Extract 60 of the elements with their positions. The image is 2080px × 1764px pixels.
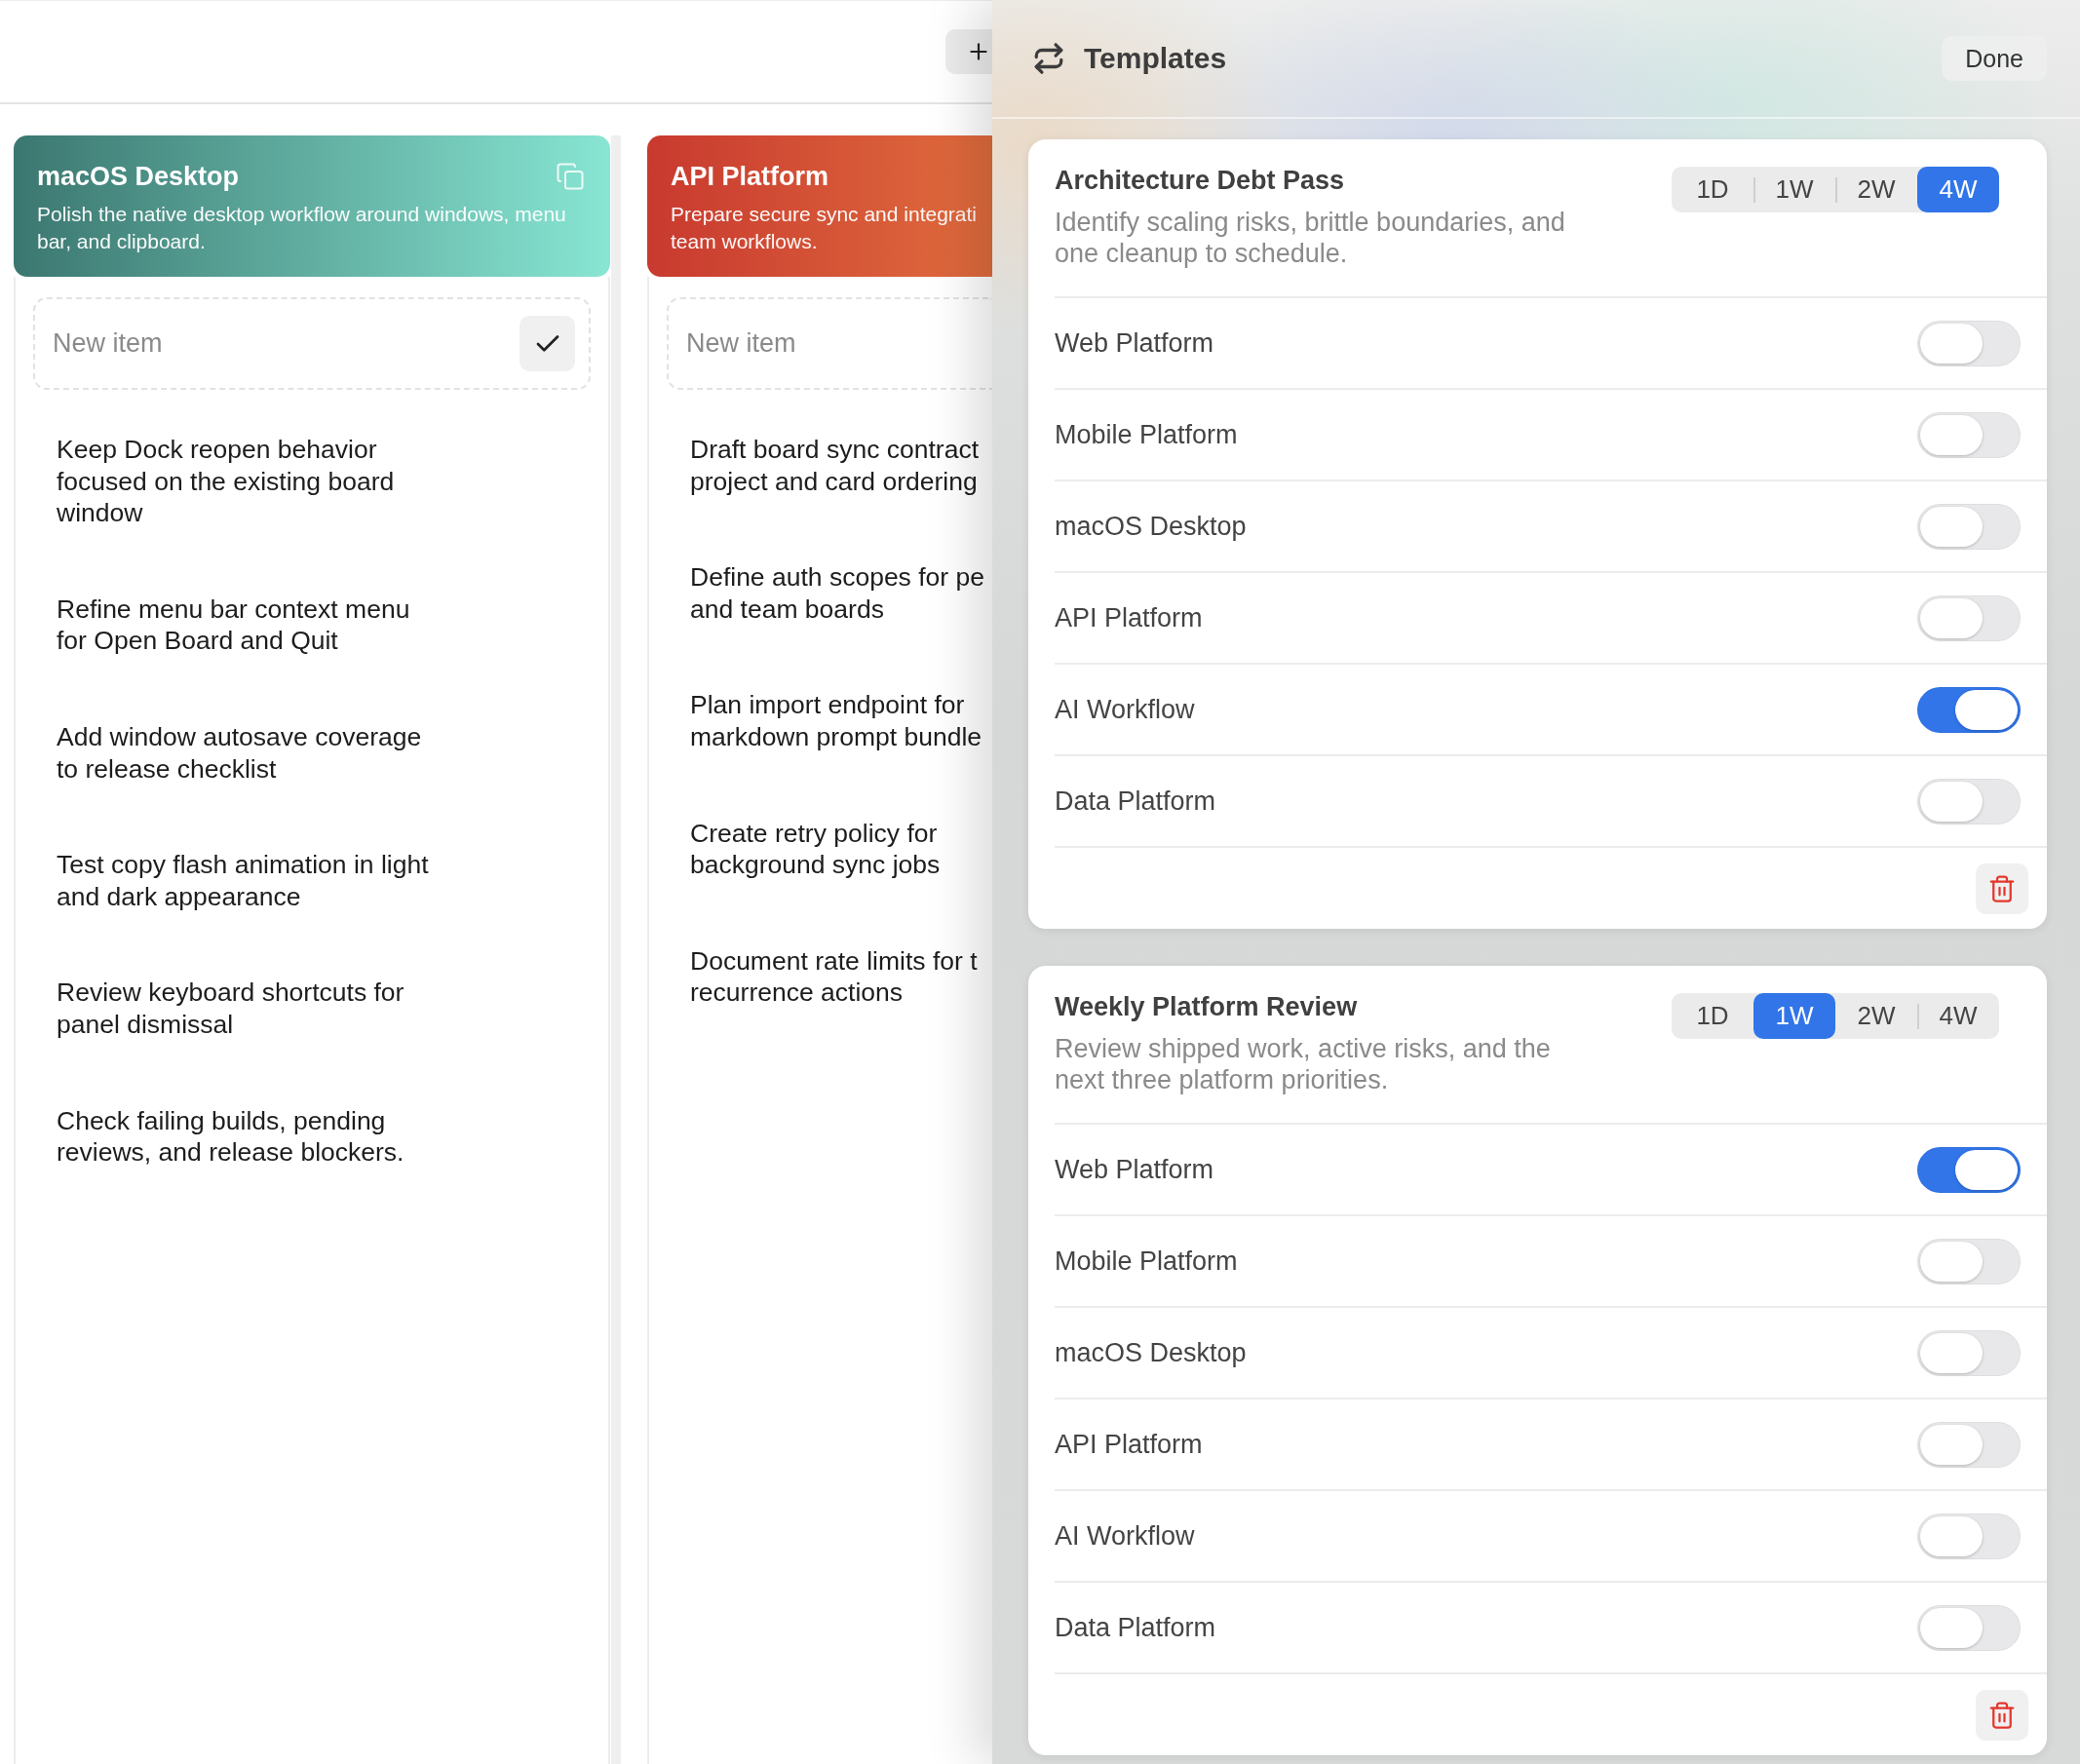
trash-icon [1987, 1701, 2017, 1730]
board-label: AI Workflow [1055, 1520, 1195, 1552]
copy-button[interactable] [556, 162, 585, 191]
toggle-switch[interactable] [1917, 1146, 2021, 1193]
toggle-switch[interactable] [1917, 1238, 2021, 1285]
task-item[interactable]: Refine menu bar context menu for Open Board and Quit [57, 593, 410, 657]
board-label: macOS Desktop [1055, 511, 1247, 542]
period-segment[interactable]: 4W [1917, 167, 1999, 212]
column-description: Polish the native desktop workflow around windows, menu bar, and clipboard. [37, 202, 566, 254]
board-label: AI Workflow [1055, 694, 1195, 725]
template-title: Weekly Platform Review [1055, 992, 1358, 1022]
toggle-switch[interactable] [1917, 320, 2021, 366]
board-label: API Platform [1055, 602, 1203, 633]
template-description: Identify scaling risks, brittle boundaries, and one cleanup to schedule. [1055, 207, 1565, 269]
toggle-switch[interactable] [1917, 686, 2021, 733]
toggle-switch[interactable] [1917, 1329, 2021, 1376]
delete-button[interactable] [1976, 863, 2028, 914]
panel-title: Templates [1084, 42, 1227, 75]
trash-icon [1987, 874, 2017, 903]
task-item[interactable]: Test copy flash animation in light and dark appearance [57, 849, 429, 913]
toggle-switch[interactable] [1917, 411, 2021, 458]
toggle-switch[interactable] [1917, 1513, 2021, 1559]
board-label: Web Platform [1055, 1154, 1214, 1185]
board-label: Data Platform [1055, 1612, 1216, 1643]
board-label: Mobile Platform [1055, 1246, 1238, 1277]
board-label: macOS Desktop [1055, 1337, 1247, 1368]
column-title: macOS Desktop [37, 161, 240, 193]
task-item[interactable]: Check failing builds, pending reviews, and release blockers. [57, 1104, 404, 1169]
board-label: API Platform [1055, 1429, 1203, 1460]
board-label: Data Platform [1055, 786, 1216, 817]
period-segment[interactable]: 1D [1672, 167, 1753, 212]
task-item[interactable]: Keep Dock reopen behavior focused on the existing board window [57, 434, 395, 529]
template-title: Architecture Debt Pass [1055, 166, 1345, 196]
add-button[interactable] [945, 29, 992, 74]
delete-button[interactable] [1976, 1690, 2028, 1741]
toggle-switch[interactable] [1917, 503, 2021, 550]
task-item[interactable]: Review keyboard shortcuts for panel dismissal [57, 977, 404, 1041]
repeat-icon [1032, 42, 1065, 75]
column-title: API Platform [671, 161, 829, 193]
task-item[interactable]: Plan import endpoint for markdown prompt bundle [690, 689, 982, 753]
toggle-switch[interactable] [1917, 1604, 2021, 1651]
task-item[interactable]: Document rate limits for t recurrence actions [690, 944, 978, 1009]
toggle-switch[interactable] [1917, 594, 2021, 641]
column-description: Prepare secure sync and integrati team workflows. [671, 202, 977, 254]
task-item[interactable]: Create retry policy for background sync jobs [690, 817, 941, 881]
toggle-switch[interactable] [1917, 1421, 2021, 1468]
new-item-field[interactable]: New item [667, 297, 992, 390]
done-button[interactable]: Done [1942, 36, 2047, 81]
task-item[interactable]: Add window autosave coverage to release checklist [57, 720, 422, 786]
period-segment[interactable]: 1W [1753, 993, 1835, 1039]
task-item[interactable]: Draft board sync contract project and card ordering [690, 434, 980, 498]
task-item[interactable]: Define auth scopes for pe and team boards [690, 561, 984, 626]
template-description: Review shipped work, active risks, and the next three platform priorities. [1055, 1033, 1551, 1095]
period-segment[interactable]: 1D [1672, 993, 1753, 1039]
board-label: Mobile Platform [1055, 419, 1238, 450]
period-segment[interactable]: 2W [1835, 993, 1917, 1039]
copy-icon [556, 162, 585, 191]
confirm-button[interactable] [520, 316, 575, 371]
board-label: Web Platform [1055, 327, 1214, 359]
toggle-switch[interactable] [1917, 778, 2021, 824]
